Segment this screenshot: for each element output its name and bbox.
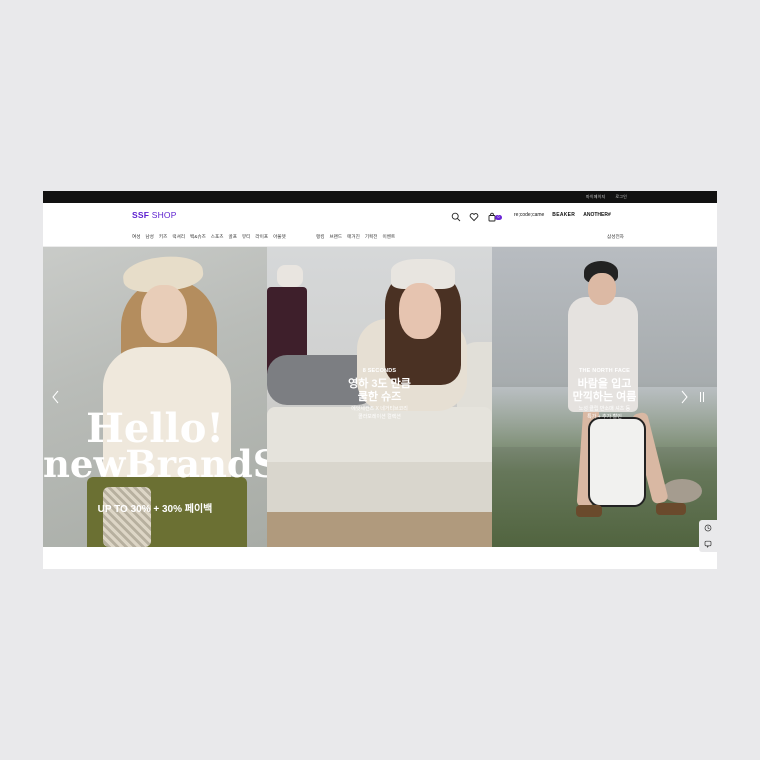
logo-bold: SSF — [132, 210, 150, 220]
hero-slide-8seconds[interactable]: 8 SECONDS 영하 3도 만큼 쿨한 슈즈 에잇세컨즈 X 네거티브코리 … — [267, 247, 492, 547]
caption-brand: 8 SECONDS — [362, 368, 397, 374]
model-shoe — [277, 265, 303, 287]
nav-item-event[interactable]: 이벤트 — [383, 234, 396, 240]
chevron-right-icon[interactable] — [679, 390, 689, 404]
nav-item-luxury[interactable]: 럭셔리 — [172, 234, 185, 240]
mypage-link[interactable]: 마이페이지 — [586, 194, 605, 200]
nav-item-bags-shoes[interactable]: 백&슈즈 — [190, 234, 206, 240]
cart-icon[interactable]: 0 — [487, 209, 502, 222]
feature-menu: 랭킹 브랜드 매거진 기획전 이벤트 — [316, 234, 395, 240]
hero-title-line2: newBrandS — [43, 442, 267, 486]
nav-item-women[interactable]: 여성 — [132, 234, 140, 240]
nav-item-ranking[interactable]: 랭킹 — [316, 234, 324, 240]
model-face — [588, 273, 616, 305]
search-icon[interactable] — [451, 209, 461, 222]
hero-promo-text: UP TO 30% + 30% 페이백 — [97, 504, 213, 515]
hero-slide-new-brands[interactable]: Hello! newBrandS UP TO 30% + 30% 페이백 — [43, 247, 267, 547]
site-header: SSF SHOP 0 re;code;came BEAKER ANOTHER# — [43, 203, 717, 228]
nav-item-golf[interactable]: 골프 — [228, 234, 236, 240]
nav-item-kids[interactable]: 키즈 — [159, 234, 167, 240]
nav-item-sports[interactable]: 스포츠 — [211, 234, 224, 240]
model-shoe-right — [656, 503, 686, 515]
caption-brand: THE NORTH FACE — [578, 368, 631, 374]
utility-bar: 마이페이지 로그인 — [43, 191, 717, 203]
featured-brands: re;code;came BEAKER ANOTHER# — [514, 212, 611, 218]
ssf-shop-logo[interactable]: SSF SHOP — [132, 210, 177, 220]
category-menu: 여성 남성 키즈 럭셔리 백&슈즈 스포츠 골프 뷰티 라이프 아울렛 — [132, 234, 286, 240]
caption-sub-2: 특가 + 추가 할인 — [587, 413, 622, 420]
nav-item-exhibition[interactable]: 기획전 — [365, 234, 378, 240]
cart-count-badge: 0 — [495, 215, 502, 220]
nav-item-outlet[interactable]: 아울렛 — [273, 234, 286, 240]
nav-item-beauty[interactable]: 뷰티 — [242, 234, 250, 240]
brand-link-beaker[interactable]: BEAKER — [552, 212, 575, 218]
nav-item-samsung[interactable]: 삼성전자 — [607, 234, 624, 240]
caption-sub-2: 콜라보레이션 컬렉션 — [358, 413, 401, 420]
rock — [662, 479, 702, 503]
hero-caption: 8 SECONDS 영하 3도 만큼 쿨한 슈즈 에잇세컨즈 X 네거티브코리 … — [267, 368, 492, 421]
nav-item-life[interactable]: 라이프 — [255, 234, 268, 240]
caption-sub-1: 노성 클립 반소매 셔츠 등 — [578, 406, 631, 413]
pause-icon[interactable] — [697, 392, 707, 404]
brand-link-another[interactable]: ANOTHER# — [583, 212, 611, 218]
heart-icon[interactable] — [469, 209, 479, 222]
browser-page: 마이페이지 로그인 SSF SHOP 0 re;code;came BEAKER… — [43, 191, 717, 569]
hero-carousel: Hello! newBrandS UP TO 30% + 30% 페이백 8 S… — [43, 247, 717, 547]
model-backpack — [588, 417, 646, 507]
chat-icon[interactable] — [699, 536, 717, 552]
caption-sub-1: 에잇세컨즈 X 네거티브코리 — [351, 406, 408, 413]
model-face — [399, 283, 441, 339]
quick-menu — [699, 520, 717, 552]
model-face — [141, 285, 187, 343]
login-link[interactable]: 로그인 — [615, 194, 627, 200]
nav-item-brand[interactable]: 브랜드 — [329, 234, 342, 240]
model-bag — [103, 487, 151, 547]
main-nav: 여성 남성 키즈 럭셔리 백&슈즈 스포츠 골프 뷰티 라이프 아울렛 랭킹 브… — [43, 228, 717, 247]
header-icons: 0 — [451, 209, 502, 222]
nav-item-magazine[interactable]: 매거진 — [347, 234, 360, 240]
nav-item-men[interactable]: 남성 — [145, 234, 153, 240]
caption-headline-2: 쿨한 슈즈 — [357, 391, 402, 404]
floor — [267, 512, 492, 547]
recent-icon[interactable] — [699, 520, 717, 536]
model-shoe-left — [576, 505, 602, 517]
logo-rest: SHOP — [149, 210, 177, 220]
caption-headline-1: 영하 3도 만큼 — [348, 378, 411, 390]
chevron-left-icon[interactable] — [51, 390, 61, 404]
brand-link-recodecame[interactable]: re;code;came — [514, 212, 544, 218]
